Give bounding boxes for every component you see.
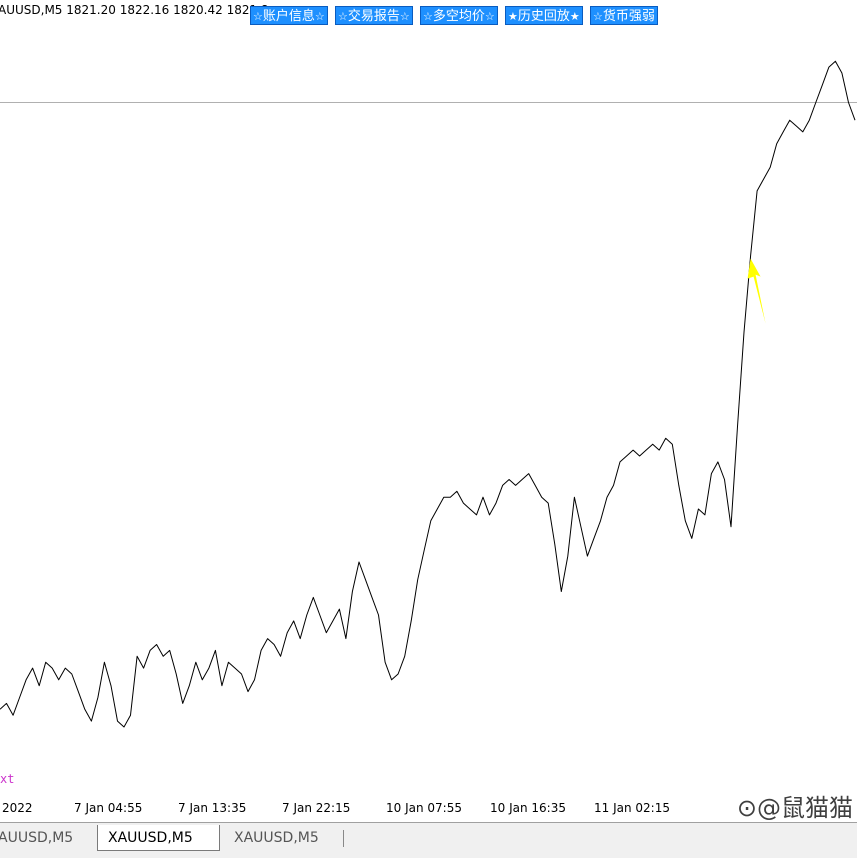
star-icon: ☆ <box>253 10 263 23</box>
time-axis-label: 7 Jan 22:15 <box>282 801 351 815</box>
long-short-average-label: 多空均价 <box>432 9 485 24</box>
star-icon: ☆ <box>314 10 325 23</box>
star-icon: ★ <box>569 10 580 23</box>
chart-area[interactable]: AUUSD,M5 1821.20 1822.16 1820.42 1821.8 … <box>0 0 857 822</box>
time-axis-label: 2022 <box>2 801 33 815</box>
time-axis-label: 11 Jan 02:15 <box>594 801 670 815</box>
tab-xauusd-m5-active[interactable]: XAUUSD,M5 <box>97 825 220 851</box>
star-icon: ★ <box>508 10 518 23</box>
tab-xauusd-m5[interactable]: XAUUSD,M5 <box>224 825 329 851</box>
tab-audusd-m5[interactable]: AUUSD,M5 <box>0 825 83 851</box>
tab-separator <box>343 830 344 847</box>
history-replay-button[interactable]: ★历史回放★ <box>505 6 583 25</box>
long-short-average-button[interactable]: ☆多空均价☆ <box>420 6 498 25</box>
currency-strength-button[interactable]: ☆货币强弱 <box>590 6 658 25</box>
account-info-button[interactable]: ☆账户信息☆ <box>250 6 328 25</box>
trade-report-button[interactable]: ☆交易报告☆ <box>335 6 413 25</box>
arrow-up-icon <box>747 258 766 324</box>
time-axis-label: 7 Jan 13:35 <box>178 801 247 815</box>
time-axis-label: 7 Jan 04:55 <box>74 801 143 815</box>
indicator-label: xt <box>0 772 15 786</box>
price-chart <box>0 60 857 728</box>
watermark: ⊙@鼠猫猫 <box>736 794 853 822</box>
trade-report-label: 交易报告 <box>347 9 400 24</box>
time-axis-label: 10 Jan 07:55 <box>386 801 462 815</box>
star-icon: ☆ <box>484 10 495 23</box>
star-icon: ☆ <box>593 10 603 23</box>
account-info-label: 账户信息 <box>262 9 315 24</box>
currency-strength-label: 货币强弱 <box>602 9 655 24</box>
star-icon: ☆ <box>399 10 410 23</box>
star-icon: ☆ <box>423 10 433 23</box>
time-axis-label: 10 Jan 16:35 <box>490 801 566 815</box>
history-replay-label: 历史回放 <box>517 9 570 24</box>
symbol-info: AUUSD,M5 1821.20 1822.16 1820.42 1821.8 <box>0 3 269 17</box>
chart-tab-bar: AUUSD,M5 XAUUSD,M5 XAUUSD,M5 <box>0 822 857 858</box>
price-series-line <box>0 60 856 728</box>
star-icon: ☆ <box>338 10 348 23</box>
